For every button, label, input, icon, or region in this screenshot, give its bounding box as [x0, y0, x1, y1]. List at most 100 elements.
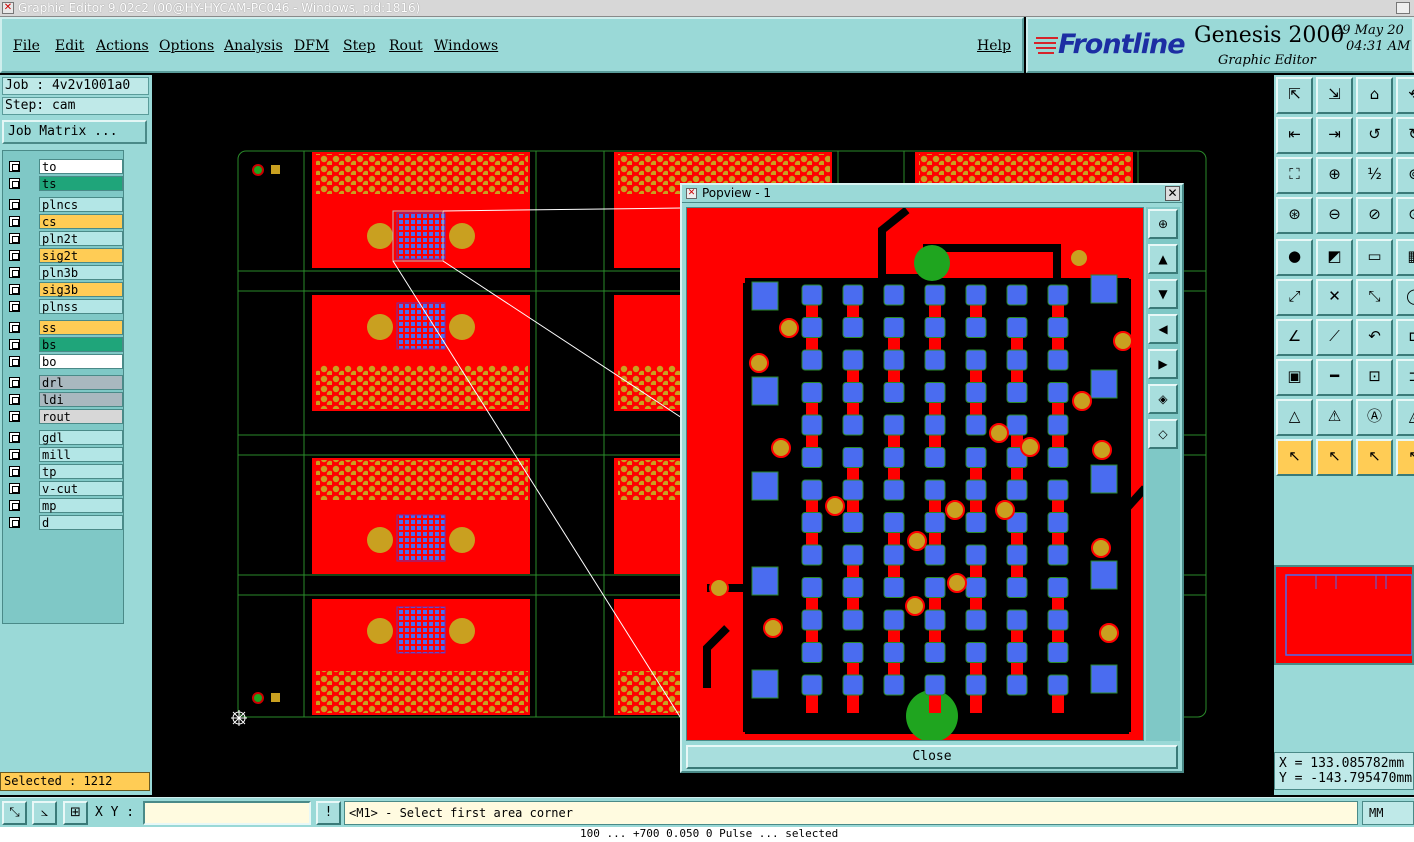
tool-button-21-icon[interactable]: ⤢: [1276, 279, 1313, 316]
menu-actions[interactable]: Actions: [96, 38, 149, 54]
tool-button-37-icon[interactable]: ↖: [1276, 439, 1313, 476]
menu-windows[interactable]: Windows: [434, 38, 498, 54]
layer-row-to[interactable]: to: [5, 159, 123, 174]
popview-close-button[interactable]: Close: [686, 745, 1178, 769]
tool-button-3-icon[interactable]: ⌂: [1356, 77, 1393, 114]
layer-checkbox[interactable]: [9, 394, 20, 405]
layer-checkbox[interactable]: [9, 301, 20, 312]
pan-up-icon[interactable]: ▲: [1148, 244, 1178, 274]
layer-row-mp[interactable]: mp: [5, 498, 123, 513]
tool-button-38-icon[interactable]: ↖: [1316, 439, 1353, 476]
layer-row-gdl[interactable]: gdl: [5, 430, 123, 445]
tool-button-10-icon[interactable]: ⊕: [1316, 157, 1353, 194]
menu-help[interactable]: Help: [977, 38, 1011, 54]
tool-button-2-icon[interactable]: ⇲: [1316, 77, 1353, 114]
layer-checkbox[interactable]: [9, 178, 20, 189]
tool-button-20-icon[interactable]: ▦: [1396, 239, 1414, 276]
minimize-button[interactable]: [1396, 2, 1410, 14]
tool-button-11-icon[interactable]: ½: [1356, 157, 1393, 194]
tool-button-24-icon[interactable]: ◯: [1396, 279, 1414, 316]
zoom-fit-icon[interactable]: ◇: [1148, 419, 1178, 449]
menu-options[interactable]: Options: [159, 38, 214, 54]
layer-checkbox[interactable]: [9, 377, 20, 388]
menu-file[interactable]: File: [13, 38, 40, 54]
layer-checkbox[interactable]: [9, 500, 20, 511]
layer-row-pln2t[interactable]: pln2t: [5, 231, 123, 246]
snap-icon[interactable]: ⤡: [2, 801, 27, 825]
tool-button-26-icon[interactable]: ⟋: [1316, 319, 1353, 356]
layer-checkbox[interactable]: [9, 199, 20, 210]
menu-rout[interactable]: Rout: [389, 38, 423, 54]
layer-checkbox[interactable]: [9, 267, 20, 278]
units-selector[interactable]: MM: [1362, 801, 1414, 825]
layer-row-ldi[interactable]: ldi: [5, 392, 123, 407]
layer-checkbox[interactable]: [9, 233, 20, 244]
xy-input[interactable]: [143, 801, 311, 825]
tool-button-17-icon[interactable]: ●: [1276, 239, 1313, 276]
layer-row-plncs[interactable]: plncs: [5, 197, 123, 212]
menu-analysis[interactable]: Analysis: [224, 38, 283, 54]
tool-button-27-icon[interactable]: ↶: [1356, 319, 1393, 356]
tool-button-34-icon[interactable]: ⚠: [1316, 399, 1353, 436]
alert-icon[interactable]: !: [316, 801, 341, 825]
tool-button-7-icon[interactable]: ↺: [1356, 117, 1393, 154]
tool-button-40-icon[interactable]: ↖: [1396, 439, 1414, 476]
pan-right-icon[interactable]: ▶: [1148, 349, 1178, 379]
tool-button-25-icon[interactable]: ∠: [1276, 319, 1313, 356]
layer-row-ss[interactable]: ss: [5, 320, 123, 335]
tool-button-14-icon[interactable]: ⊖: [1316, 197, 1353, 234]
window-titlebar[interactable]: ✕ Graphic Editor 9.02c2 (00@HY-HYCAM-PC0…: [0, 0, 1414, 17]
tool-button-30-icon[interactable]: ━: [1316, 359, 1353, 396]
tool-button-33-icon[interactable]: △: [1276, 399, 1313, 436]
layer-row-d[interactable]: d: [5, 515, 123, 530]
tool-button-9-icon[interactable]: ⛶: [1276, 157, 1313, 194]
mini-view[interactable]: [1274, 565, 1414, 665]
layer-row-sig2t[interactable]: sig2t: [5, 248, 123, 263]
layer-checkbox[interactable]: [9, 161, 20, 172]
layer-row-bs[interactable]: bs: [5, 337, 123, 352]
tool-button-4-icon[interactable]: ⟲: [1396, 77, 1414, 114]
layer-checkbox[interactable]: [9, 483, 20, 494]
layer-row-cs[interactable]: cs: [5, 214, 123, 229]
layer-checkbox[interactable]: [9, 449, 20, 460]
tool-button-22-icon[interactable]: ✕: [1316, 279, 1353, 316]
tool-button-19-icon[interactable]: ▭: [1356, 239, 1393, 276]
layer-checkbox[interactable]: [9, 322, 20, 333]
pan-left-icon[interactable]: ◀: [1148, 314, 1178, 344]
zoom-home-icon[interactable]: ◈: [1148, 384, 1178, 414]
menu-edit[interactable]: Edit: [55, 38, 84, 54]
layer-row-mill[interactable]: mill: [5, 447, 123, 462]
layer-row-ts[interactable]: ts: [5, 176, 123, 191]
tool-button-36-icon[interactable]: ◬: [1396, 399, 1414, 436]
tool-button-39-icon[interactable]: ↖: [1356, 439, 1393, 476]
layer-checkbox[interactable]: [9, 411, 20, 422]
tool-button-12-icon[interactable]: ⊚: [1396, 157, 1414, 194]
tool-button-31-icon[interactable]: ⊡: [1356, 359, 1393, 396]
tool-button-29-icon[interactable]: ▣: [1276, 359, 1313, 396]
tool-button-35-icon[interactable]: Ⓐ: [1356, 399, 1393, 436]
tool-button-8-icon[interactable]: ↻: [1396, 117, 1414, 154]
layer-checkbox[interactable]: [9, 466, 20, 477]
popview-titlebar[interactable]: ✕ Popview - 1 ✕: [682, 185, 1182, 203]
tool-button-32-icon[interactable]: ⊐: [1396, 359, 1414, 396]
menu-step[interactable]: Step: [343, 38, 375, 54]
tool-button-5-icon[interactable]: ⇤: [1276, 117, 1313, 154]
layer-checkbox[interactable]: [9, 432, 20, 443]
layer-checkbox[interactable]: [9, 216, 20, 227]
layer-checkbox[interactable]: [9, 339, 20, 350]
layer-row-plnss[interactable]: plnss: [5, 299, 123, 314]
layer-row-rout[interactable]: rout: [5, 409, 123, 424]
measure-icon[interactable]: ⦣: [32, 801, 57, 825]
popview-viewport[interactable]: [686, 207, 1144, 741]
layer-checkbox[interactable]: [9, 250, 20, 261]
tool-button-6-icon[interactable]: ⇥: [1316, 117, 1353, 154]
close-icon[interactable]: ✕: [1165, 186, 1180, 201]
layer-checkbox[interactable]: [9, 356, 20, 367]
layer-row-v-cut[interactable]: v-cut: [5, 481, 123, 496]
pan-down-icon[interactable]: ▼: [1148, 279, 1178, 309]
tool-button-15-icon[interactable]: ⊘: [1356, 197, 1393, 234]
layer-row-tp[interactable]: tp: [5, 464, 123, 479]
tool-button-1-icon[interactable]: ⇱: [1276, 77, 1313, 114]
job-matrix-button[interactable]: Job Matrix ...: [2, 120, 147, 144]
layer-row-pln3b[interactable]: pln3b: [5, 265, 123, 280]
